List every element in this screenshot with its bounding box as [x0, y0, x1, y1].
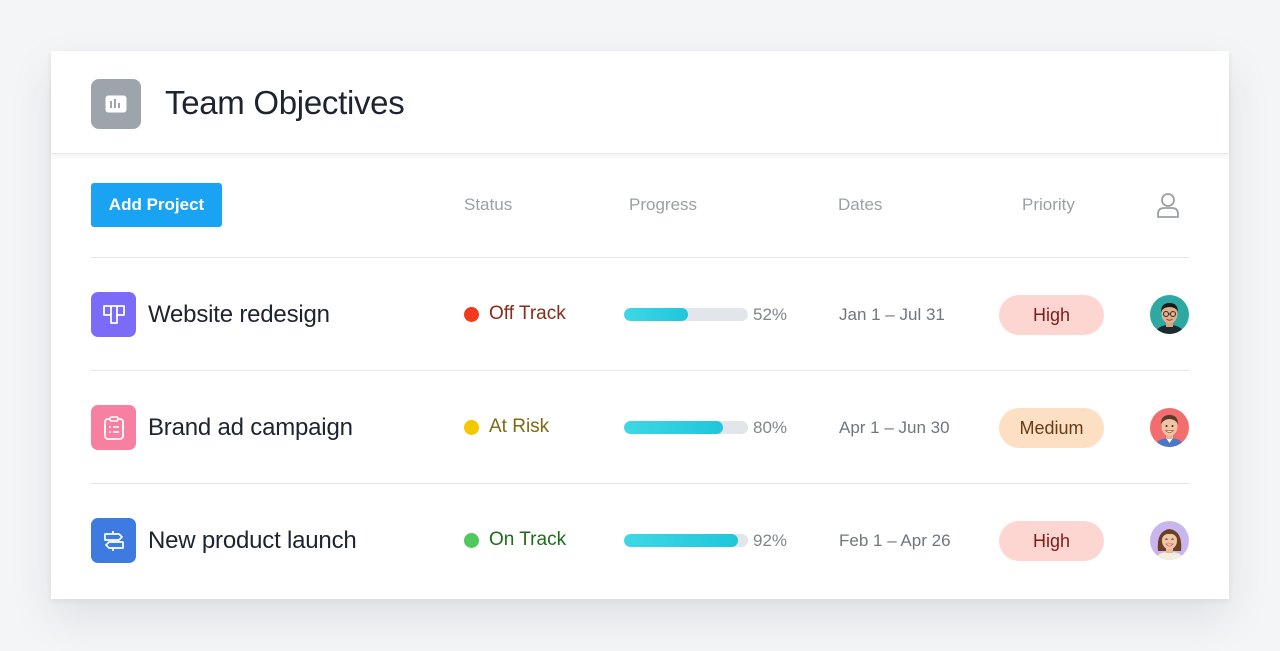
- kanban-board-icon: [91, 292, 136, 337]
- status-dot: [464, 533, 479, 548]
- objectives-card: Team Objectives Add Project Status Progr…: [51, 51, 1229, 599]
- priority-badge[interactable]: High: [999, 521, 1104, 561]
- progress-fill: [624, 534, 739, 547]
- progress-percent: 80%: [753, 418, 788, 437]
- date-range[interactable]: Apr 1 – Jun 30: [839, 418, 950, 438]
- progress-bar: [624, 421, 748, 434]
- progress-percent: 92%: [753, 531, 788, 550]
- clipboard-list-icon: [91, 405, 136, 450]
- column-header-priority[interactable]: Priority: [1022, 195, 1075, 215]
- status-dot: [464, 420, 479, 435]
- card-header: Team Objectives: [51, 51, 1229, 154]
- avatar[interactable]: [1150, 521, 1189, 560]
- project-name[interactable]: Brand ad campaign: [148, 414, 353, 442]
- signpost-icon: [91, 518, 136, 563]
- page-title: Team Objectives: [165, 84, 405, 121]
- priority-badge[interactable]: Medium: [999, 408, 1104, 448]
- add-project-button[interactable]: Add Project: [91, 183, 222, 227]
- status-label[interactable]: On Track: [489, 529, 566, 551]
- table-row[interactable]: Brand ad campaign At Risk 80% Apr 1 – Ju…: [51, 371, 1229, 483]
- priority-badge[interactable]: High: [999, 295, 1104, 335]
- progress-fill: [624, 421, 724, 434]
- bar-chart-icon: [91, 79, 141, 129]
- column-header-dates[interactable]: Dates: [838, 195, 882, 215]
- progress-bar: [624, 308, 748, 321]
- user-icon[interactable]: [1156, 192, 1180, 218]
- project-name[interactable]: New product launch: [148, 527, 357, 555]
- project-name[interactable]: Website redesign: [148, 301, 330, 329]
- column-header-progress[interactable]: Progress: [629, 195, 697, 215]
- table-row[interactable]: New product launch On Track 92% Feb 1 – …: [51, 484, 1229, 596]
- avatar[interactable]: [1150, 295, 1189, 334]
- avatar[interactable]: [1150, 408, 1189, 447]
- date-range[interactable]: Jan 1 – Jul 31: [839, 305, 945, 325]
- status-label[interactable]: Off Track: [489, 303, 566, 325]
- status-label[interactable]: At Risk: [489, 416, 549, 438]
- progress-percent: 52%: [753, 305, 788, 324]
- column-header-status[interactable]: Status: [464, 195, 512, 215]
- date-range[interactable]: Feb 1 – Apr 26: [839, 531, 951, 551]
- progress-fill: [624, 308, 689, 321]
- table-row[interactable]: Website redesign Off Track 52% Jan 1 – J…: [51, 258, 1229, 370]
- status-dot: [464, 307, 479, 322]
- progress-bar: [624, 534, 748, 547]
